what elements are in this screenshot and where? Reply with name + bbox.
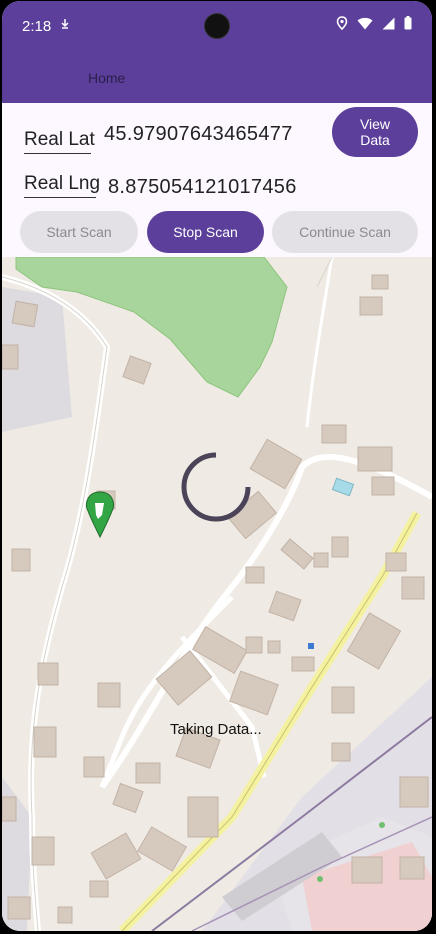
system-icons [336, 16, 412, 34]
lng-label: Real Lng [24, 173, 101, 194]
signal-icon [382, 17, 395, 34]
lat-label-underline [24, 153, 91, 154]
map-pin-icon[interactable] [86, 491, 114, 539]
app-bar-title: Home [88, 70, 126, 86]
lng-value: 8.875054121017456 [108, 176, 297, 198]
lat-value: 45.97907643465477 [104, 123, 293, 145]
wifi-icon [357, 17, 373, 34]
view-data-button[interactable]: View Data [332, 107, 418, 157]
lat-label: Real Lat [24, 129, 95, 150]
view-data-label: View Data [359, 116, 391, 148]
continue-scan-button[interactable]: Continue Scan [272, 211, 418, 253]
camera-cutout [204, 13, 230, 39]
lng-label-underline [24, 197, 96, 198]
device-screen: 2:18 Home Real Lat 45.97907643465477 Rea… [2, 1, 432, 931]
app-bar: Home [2, 53, 432, 103]
start-scan-label: Start Scan [46, 224, 112, 240]
map-view[interactable]: Taking Data... [2, 257, 432, 931]
stop-scan-button[interactable]: Stop Scan [147, 211, 264, 253]
status-time: 2:18 [22, 18, 52, 35]
location-icon [336, 16, 348, 34]
stop-scan-label: Stop Scan [173, 224, 238, 240]
status-bar: 2:18 [2, 1, 432, 53]
start-scan-button[interactable]: Start Scan [20, 211, 138, 253]
map-canvas [2, 257, 432, 931]
loading-status-text: Taking Data... [170, 721, 262, 738]
download-icon [60, 18, 70, 33]
battery-icon [404, 16, 412, 34]
continue-scan-label: Continue Scan [299, 224, 391, 240]
